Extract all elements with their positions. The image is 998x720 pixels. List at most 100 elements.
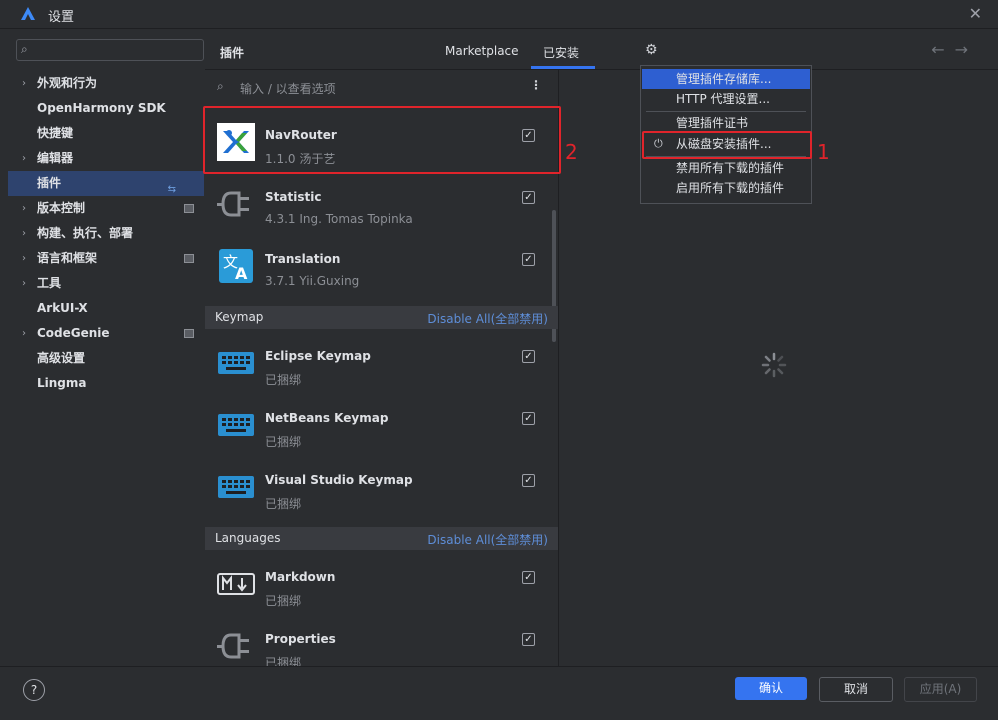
sidebar-item-keymap[interactable]: 快捷键 — [8, 121, 204, 146]
tab-installed[interactable]: 已安装 — [543, 44, 579, 61]
sidebar-item-languages[interactable]: › 语言和框架 — [8, 246, 204, 271]
menu-item-label: 启用所有下载的插件 — [676, 181, 785, 195]
sidebar-item-plugins[interactable]: 插件 ⇆ — [8, 171, 204, 196]
plugin-name: Properties — [265, 632, 336, 646]
sidebar-item-build[interactable]: › 构建、执行、部署 — [8, 221, 204, 246]
plugin-filter[interactable]: ⌕ 输入 / 以查看选项 ⋮ — [205, 70, 558, 106]
sidebar-item-label: 版本控制 — [37, 201, 86, 215]
annotation-number-1: 1 — [817, 140, 830, 164]
cancel-button[interactable]: 取消 — [819, 677, 893, 702]
markdown-icon — [217, 573, 255, 595]
plugin-meta: 已捆绑 — [265, 373, 302, 387]
plugin-enabled-checkbox[interactable]: ✓ — [522, 191, 535, 204]
menu-item-label: 管理插件证书 — [676, 116, 749, 130]
menu-item-label: 禁用所有下载的插件 — [676, 161, 785, 175]
sidebar-item-lingma[interactable]: Lingma — [8, 371, 204, 396]
menu-item-label: 管理插件存储库... — [676, 72, 772, 86]
keyboard-icon — [218, 414, 254, 436]
plugin-enabled-checkbox[interactable]: ✓ — [522, 350, 535, 363]
keyboard-icon — [218, 476, 254, 498]
menu-item-http-proxy[interactable]: HTTP 代理设置... — [642, 89, 810, 109]
plug-icon — [217, 633, 249, 659]
plugin-name: Markdown — [265, 570, 336, 584]
plugin-meta: 4.3.1 Ing. Tomas Topinka — [265, 212, 413, 226]
chevron-right-icon: › — [22, 228, 26, 239]
plugin-enabled-checkbox[interactable]: ✓ — [522, 253, 535, 266]
sidebar-item-arkui-x[interactable]: ArkUI-X — [8, 296, 204, 321]
disable-all-keymap-link[interactable]: Disable All(全部禁用) — [427, 310, 548, 327]
section-languages: Languages Disable All(全部禁用) — [205, 527, 558, 550]
disable-all-languages-link[interactable]: Disable All(全部禁用) — [427, 531, 548, 548]
sidebar-search-input[interactable]: ⌕ — [16, 39, 204, 61]
project-settings-icon — [184, 329, 194, 338]
annotation-number-2: 2 — [565, 140, 578, 164]
chevron-right-icon: › — [22, 203, 26, 214]
apply-button[interactable]: 应用(A) — [904, 677, 977, 702]
translate-icon: 文 A — [219, 249, 253, 283]
menu-item-enable-downloaded[interactable]: 启用所有下载的插件 — [642, 178, 810, 198]
sidebar-item-advanced[interactable]: 高级设置 — [8, 346, 204, 371]
chevron-right-icon: › — [22, 328, 26, 339]
menu-item-label: HTTP 代理设置... — [676, 92, 770, 106]
sidebar-item-codegenie[interactable]: › CodeGenie — [8, 321, 204, 346]
chevron-right-icon: › — [22, 78, 26, 89]
menu-item-manage-repositories[interactable]: 管理插件存储库... — [642, 69, 810, 89]
active-tab-indicator — [531, 66, 595, 69]
plugin-item-visual-studio-keymap[interactable]: Visual Studio Keymap 已捆绑 ✓ — [205, 456, 558, 518]
plugin-item-markdown[interactable]: Markdown 已捆绑 ✓ — [205, 553, 558, 615]
project-settings-icon — [184, 254, 194, 263]
gear-icon[interactable]: ⚙ — [645, 42, 658, 58]
sidebar-item-label: 插件 — [37, 176, 62, 190]
annotation-box-1 — [642, 131, 812, 159]
chevron-right-icon: › — [22, 153, 26, 164]
plugin-meta: 已捆绑 — [265, 435, 302, 449]
plugin-name: Eclipse Keymap — [265, 349, 371, 363]
close-icon[interactable]: ✕ — [969, 4, 982, 23]
search-icon: ⌕ — [21, 42, 28, 56]
dialog-footer: ? 确认 取消 应用(A) — [0, 666, 998, 720]
plugin-name: Statistic — [265, 190, 322, 204]
sidebar-item-version-control[interactable]: › 版本控制 — [8, 196, 204, 221]
plugin-item-netbeans-keymap[interactable]: NetBeans Keymap 已捆绑 ✓ — [205, 394, 558, 456]
sidebar-item-label: OpenHarmony SDK — [37, 101, 166, 115]
back-forward-icon[interactable]: ←→ — [931, 40, 978, 59]
plugin-name: NetBeans Keymap — [265, 411, 389, 425]
sidebar-item-label: 编辑器 — [37, 151, 74, 165]
section-title: Keymap — [215, 310, 264, 324]
settings-sidebar: ⌕ › 外观和行为 OpenHarmony SDK 快捷键 › 编辑器 插件 ⇆ — [8, 36, 204, 666]
window-title: 设置 — [48, 10, 75, 25]
sidebar-item-label: 高级设置 — [37, 351, 86, 365]
sidebar-item-label: ArkUI-X — [37, 301, 88, 315]
plugin-enabled-checkbox[interactable]: ✓ — [522, 571, 535, 584]
settings-nav: › 外观和行为 OpenHarmony SDK 快捷键 › 编辑器 插件 ⇆ ›… — [8, 71, 204, 396]
plugin-item-eclipse-keymap[interactable]: Eclipse Keymap 已捆绑 ✓ — [205, 332, 558, 394]
sidebar-item-label: 外观和行为 — [37, 76, 98, 90]
annotation-box-2 — [203, 106, 561, 174]
ok-button[interactable]: 确认 — [735, 677, 807, 700]
sidebar-item-openharmony-sdk[interactable]: OpenHarmony SDK — [8, 96, 204, 121]
settings-window: 设置 ✕ ⌕ › 外观和行为 OpenHarmony SDK 快捷键 › 编辑器… — [0, 0, 998, 720]
sidebar-item-editor[interactable]: › 编辑器 — [8, 146, 204, 171]
plugins-header: 插件 Marketplace 已安装 ⚙ ←→ — [205, 36, 998, 70]
plugin-enabled-checkbox[interactable]: ✓ — [522, 474, 535, 487]
section-title: Languages — [215, 531, 281, 545]
plugin-item-translation[interactable]: 文 A Translation 3.7.1 Yii.Guxing ✓ — [205, 235, 558, 297]
tab-marketplace[interactable]: Marketplace — [445, 44, 519, 58]
sidebar-item-label: 快捷键 — [37, 126, 74, 140]
search-icon: ⌕ — [217, 79, 224, 93]
plug-icon — [217, 191, 249, 217]
sidebar-item-tools[interactable]: › 工具 — [8, 271, 204, 296]
plugin-enabled-checkbox[interactable]: ✓ — [522, 633, 535, 646]
section-keymap: Keymap Disable All(全部禁用) — [205, 306, 558, 329]
menu-item-manage-certificates[interactable]: 管理插件证书 — [642, 113, 810, 133]
plugin-item-statistic[interactable]: Statistic 4.3.1 Ing. Tomas Topinka ✓ — [205, 173, 558, 235]
sidebar-item-appearance[interactable]: › 外观和行为 — [8, 71, 204, 96]
plugin-enabled-checkbox[interactable]: ✓ — [522, 412, 535, 425]
project-settings-icon — [184, 204, 194, 213]
plugin-name: Translation — [265, 252, 341, 266]
menu-item-disable-downloaded[interactable]: 禁用所有下载的插件 — [642, 158, 810, 178]
more-vertical-icon[interactable]: ⋮ — [530, 78, 542, 92]
help-button[interactable]: ? — [23, 679, 45, 701]
keyboard-icon — [218, 352, 254, 374]
plugin-meta: 已捆绑 — [265, 594, 302, 608]
